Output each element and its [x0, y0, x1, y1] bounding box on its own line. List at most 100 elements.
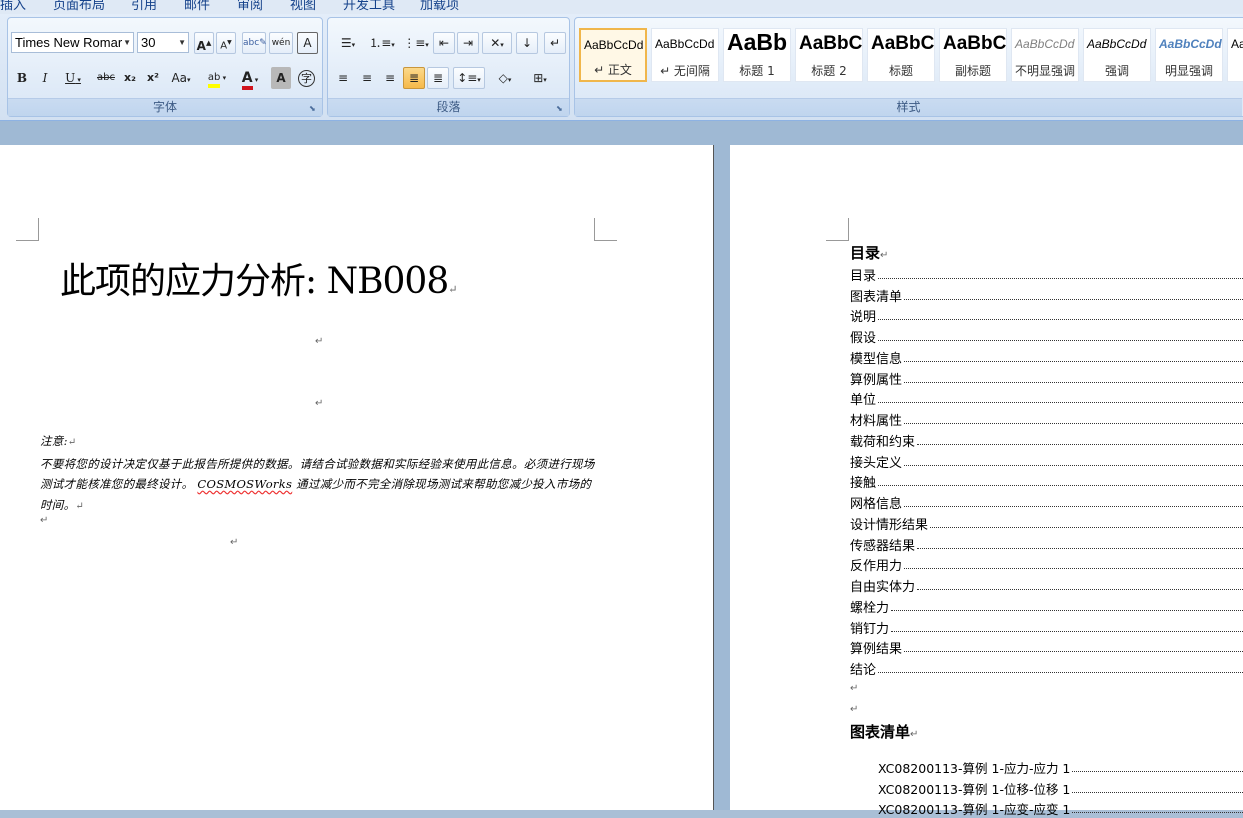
bullets-button[interactable]: ☰▾	[332, 32, 364, 54]
chevron-down-icon[interactable]: ▾	[187, 76, 191, 84]
font-size-combo[interactable]: 30 ▼	[137, 32, 189, 53]
menu-review[interactable]: 审阅	[237, 0, 263, 13]
style-tile-heading2[interactable]: AaBbC 标题 2	[795, 28, 863, 82]
align-center-button[interactable]: ≡	[356, 67, 378, 89]
disclaimer-note[interactable]: 注意:↵ 不要将您的设计决定仅基于此报告所提供的数据。请结合试验数据和实际经验来…	[40, 431, 600, 517]
chevron-down-icon[interactable]: ▾	[543, 76, 547, 84]
toc-entry[interactable]: 载荷和约束	[850, 429, 1243, 450]
menu-page-layout[interactable]: 页面布局	[53, 0, 105, 13]
style-sample: AaBbCcDd	[1015, 37, 1074, 51]
strikethrough-button[interactable]: abc	[94, 67, 118, 89]
chevron-down-icon[interactable]: ▼	[178, 33, 186, 52]
document-title[interactable]: 此项的应力分析: NB008↵	[60, 252, 456, 304]
chevron-down-icon[interactable]: ▾	[220, 74, 226, 82]
toc-entry[interactable]: 说明	[850, 305, 1243, 326]
chevron-down-icon[interactable]: ▾	[477, 76, 481, 84]
style-tile-intense-emphasis[interactable]: AaBbCcDd 明显强调	[1155, 28, 1223, 82]
chinese-layout-button[interactable]: ✕▾	[482, 32, 512, 54]
dialog-launcher-icon[interactable]: ⬊	[309, 104, 318, 113]
toc-entry[interactable]: 目录	[850, 263, 1243, 284]
numbering-button[interactable]: ⒈≡▾	[366, 32, 398, 54]
char-border-button[interactable]: A	[297, 32, 318, 54]
chevron-down-icon[interactable]: ▼	[123, 33, 131, 52]
highlight-button[interactable]: ab ▾	[200, 67, 234, 89]
toc-entry[interactable]: 销钉力	[850, 616, 1243, 637]
distributed-button[interactable]: ≣	[427, 67, 449, 89]
menu-addins[interactable]: 加载项	[420, 0, 459, 13]
chevron-down-icon[interactable]: ▾	[425, 41, 429, 49]
phonetic-guide-button[interactable]: wén	[269, 32, 293, 54]
toc-entry[interactable]: 传感器结果	[850, 533, 1243, 554]
char-shading-button[interactable]: A	[271, 67, 291, 89]
toc-entry[interactable]: 网格信息	[850, 491, 1243, 512]
toc-entry[interactable]: 接触	[850, 471, 1243, 492]
toc-entry[interactable]: 单位	[850, 388, 1243, 409]
dialog-launcher-icon[interactable]: ⬊	[556, 104, 565, 113]
chevron-down-icon[interactable]: ▾	[500, 41, 504, 49]
chevron-down-icon[interactable]: ▾	[75, 76, 81, 84]
grow-font-button[interactable]: A▲	[194, 32, 214, 54]
toc-entry[interactable]: 算例结果	[850, 637, 1243, 658]
document-page-toc[interactable]: 目录↵ 目录 图表清单 说明 假设 模型信息 算例属性 单位 材料属性 载荷和约…	[730, 145, 1243, 810]
bold-button[interactable]: B	[12, 67, 32, 89]
toc-entry[interactable]: 算例属性	[850, 367, 1243, 388]
style-tile-normal[interactable]: AaBbCcDd ↵ 正文	[579, 28, 647, 82]
shading-button[interactable]: ◇▾	[489, 67, 521, 89]
menu-developer[interactable]: 开发工具	[343, 0, 395, 13]
borders-button[interactable]: ⊞▾	[524, 67, 556, 89]
chevron-down-icon[interactable]: ▾	[253, 76, 259, 84]
toc-entry[interactable]: 结论	[850, 657, 1243, 678]
menu-references[interactable]: 引用	[131, 0, 157, 13]
underline-button[interactable]: U ▾	[59, 67, 87, 89]
style-tile-subtitle[interactable]: AaBbC 副标题	[939, 28, 1007, 82]
style-tile-title[interactable]: AaBbC 标题	[867, 28, 935, 82]
shrink-font-button[interactable]: A▼	[216, 32, 236, 54]
toc-entry[interactable]: 自由实体力	[850, 574, 1243, 595]
menu-view[interactable]: 视图	[290, 0, 316, 13]
style-tile-no-spacing[interactable]: AaBbCcDd ↵ 无间隔	[651, 28, 719, 82]
toc-entry[interactable]: 设计情形结果	[850, 512, 1243, 533]
toc-entry[interactable]: 模型信息	[850, 346, 1243, 367]
style-tile-heading1[interactable]: AaBb 标题 1	[723, 28, 791, 82]
font-group: Times New Romar ▼ 30 ▼ A▲ A▼ abc✎ wén A …	[7, 17, 323, 117]
figure-entry[interactable]: XC08200113-算例 1-应变-应变 1	[878, 798, 1243, 818]
figure-entry[interactable]: XC08200113-算例 1-应力-应力 1	[878, 756, 1243, 777]
toc-entry[interactable]: 反作用力	[850, 554, 1243, 575]
align-right-button[interactable]: ≡	[379, 67, 401, 89]
subscript-button[interactable]: x₂	[120, 67, 140, 89]
margin-corner-mark	[16, 218, 39, 241]
paragraph-mark-icon: ↵	[910, 729, 918, 740]
change-case-button[interactable]: Aa▾	[167, 67, 195, 89]
chevron-down-icon[interactable]: ▾	[391, 41, 395, 49]
superscript-button[interactable]: x²	[143, 67, 163, 89]
toc-entry[interactable]: 材料属性	[850, 408, 1243, 429]
toc-entry[interactable]: 接头定义	[850, 450, 1243, 471]
menu-mailings[interactable]: 邮件	[184, 0, 210, 13]
document-page-cover[interactable]: 此项的应力分析: NB008↵ ↵ ↵ 注意:↵ 不要将您的设计决定仅基于此报告…	[0, 145, 713, 810]
align-left-button[interactable]: ≡	[332, 67, 354, 89]
toc-entry[interactable]: 假设	[850, 325, 1243, 346]
phonetic-guide-icon: wén	[272, 38, 291, 48]
line-spacing-button[interactable]: ↕≡▾	[453, 67, 485, 89]
clear-format-button[interactable]: abc✎	[242, 32, 266, 54]
font-name-combo[interactable]: Times New Romar ▼	[11, 32, 134, 53]
justify-button[interactable]: ≣	[403, 67, 425, 89]
multilevel-list-button[interactable]: ⋮≡▾	[400, 32, 432, 54]
sort-button[interactable]: ↓	[516, 32, 538, 54]
show-marks-button[interactable]: ↵	[544, 32, 566, 54]
chevron-down-icon[interactable]: ▾	[508, 76, 512, 84]
toc-entry[interactable]: 图表清单	[850, 284, 1243, 305]
decrease-indent-button[interactable]: ⇤	[433, 32, 455, 54]
style-tile-subtle-emphasis[interactable]: AaBbCcDd 不明显强调	[1011, 28, 1079, 82]
chevron-down-icon[interactable]: ▾	[352, 41, 356, 49]
figure-entry[interactable]: XC08200113-算例 1-位移-位移 1	[878, 777, 1243, 798]
toc-entry[interactable]: 螺栓力	[850, 595, 1243, 616]
font-color-button[interactable]: A ▾	[234, 67, 266, 89]
style-tile-partial[interactable]: Aa	[1227, 28, 1243, 82]
document-workspace[interactable]: 此项的应力分析: NB008↵ ↵ ↵ 注意:↵ 不要将您的设计决定仅基于此报告…	[0, 121, 1243, 810]
increase-indent-button[interactable]: ⇥	[457, 32, 479, 54]
style-tile-emphasis[interactable]: AaBbCcDd 强调	[1083, 28, 1151, 82]
enclose-char-button[interactable]: 字	[296, 67, 317, 89]
menu-insert[interactable]: 插入	[0, 0, 26, 13]
italic-button[interactable]: I	[35, 67, 55, 89]
